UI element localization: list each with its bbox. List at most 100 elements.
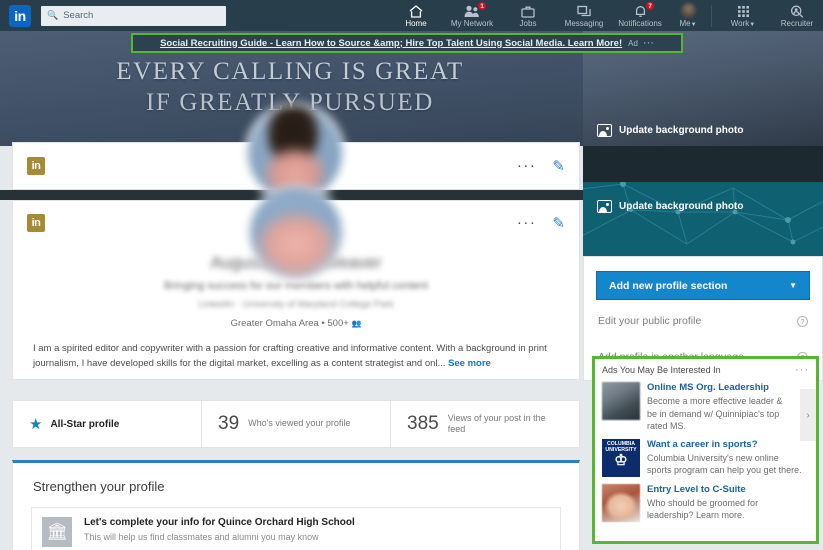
update-background-photo-button-1[interactable]: Update background photo	[597, 124, 743, 137]
nav-items-group: Home 1 My Network Jobs Messaging 7 Notif…	[388, 0, 823, 31]
home-icon	[409, 4, 423, 18]
see-more-link[interactable]: See more	[448, 358, 491, 369]
stat-post-views[interactable]: 385 Views of your post in the feed	[391, 401, 579, 447]
person-photo-thumb-icon	[602, 483, 640, 522]
nav-item-home[interactable]: Home	[388, 0, 444, 31]
nav-item-my-network-label: My Network	[450, 18, 494, 28]
ad-label: Ad	[628, 38, 638, 48]
recruiter-icon	[790, 4, 804, 18]
nav-item-work-label: Work▼	[730, 18, 756, 28]
image-icon	[597, 200, 612, 213]
avatar-lower[interactable]	[248, 185, 344, 281]
nav-item-home-label: Home	[405, 18, 427, 28]
ads-panel: Ads You May Be Interested In ··· Online …	[592, 356, 819, 544]
stat-profile-views-label: Who's viewed your profile	[248, 418, 351, 429]
ad-headline[interactable]: Want a career in sports?	[647, 439, 805, 450]
stat-all-star[interactable]: ★ All-Star profile	[13, 401, 202, 447]
top-ad-banner-text[interactable]: Social Recruiting Guide - Learn How to S…	[160, 38, 622, 49]
ads-more-options-button[interactable]: ···	[795, 364, 809, 375]
grid-icon	[737, 4, 750, 18]
school-icon: 🏛	[42, 517, 72, 547]
more-options-button[interactable]: ···	[517, 215, 537, 230]
ad-item[interactable]: COLUMBIA UNIVERSITY ♔ Want a career in s…	[602, 438, 809, 477]
nav-item-jobs-label: Jobs	[519, 18, 537, 28]
star-icon: ★	[29, 416, 43, 433]
profile-stats-card: ★ All-Star profile 39 Who's viewed your …	[12, 400, 580, 448]
profile-subline: LinkedIn · University of Maryland Colleg…	[198, 299, 394, 310]
edit-public-profile-link[interactable]: Edit your public profile ?	[584, 306, 822, 336]
nav-item-messaging-label: Messaging	[564, 18, 604, 28]
ad-item[interactable]: Online MS Org. Leadership Become a more …	[602, 382, 809, 432]
ad-headline[interactable]: Entry Level to C-Suite	[647, 484, 805, 495]
nav-item-my-network[interactable]: 1 My Network	[444, 0, 500, 31]
briefcase-icon	[521, 4, 535, 18]
edit-profile-button[interactable]: ✎	[552, 214, 565, 232]
nav-item-me-label: Me▼	[679, 18, 697, 28]
nav-divider	[711, 4, 712, 27]
top-navigation-bar: in 🔍 Search Home 1 My Network Jobs Messa…	[0, 0, 823, 31]
nav-item-notifications[interactable]: 7 Notifications	[612, 0, 668, 31]
search-icon: 🔍	[47, 10, 59, 20]
notifications-badge: 7	[645, 1, 655, 11]
message-icon	[577, 4, 591, 18]
profile-about-text: I am a spirited editor and copywriter wi…	[33, 342, 559, 371]
more-options-button-ghost[interactable]: ···	[517, 158, 537, 173]
ad-body-text: Become a more effective leader & be in d…	[647, 396, 783, 431]
add-new-profile-section-button[interactable]: Add new profile section ▼	[596, 271, 810, 300]
add-new-profile-section-label: Add new profile section	[609, 279, 728, 292]
stat-all-star-label: All-Star profile	[50, 418, 120, 430]
ads-panel-header: Ads You May Be Interested In ···	[602, 364, 809, 375]
columbia-university-logo-icon: COLUMBIA UNIVERSITY ♔	[602, 438, 640, 477]
image-icon	[597, 124, 612, 137]
connections-icon: 👥	[351, 319, 362, 328]
nav-item-recruiter[interactable]: Recruiter	[771, 0, 823, 31]
profile-connections[interactable]: 500+	[327, 318, 348, 329]
help-icon[interactable]: ?	[797, 315, 808, 327]
linkedin-square-icon: in	[27, 157, 45, 175]
ad-body-text: Who should be groomed for leadership? Le…	[647, 498, 759, 521]
linkedin-square-icon: in	[27, 214, 45, 232]
rail-teal-cover: Update background photo	[583, 182, 823, 256]
group-photo-thumb-icon	[602, 382, 640, 420]
strengthen-profile-title: Strengthen your profile	[33, 479, 165, 494]
nav-item-work[interactable]: Work▼	[715, 0, 771, 31]
nav-item-jobs[interactable]: Jobs	[500, 0, 556, 31]
nav-item-notifications-label: Notifications	[618, 18, 662, 28]
page-root: EVERY CALLING IS GREAT IF GREATLY PURSUE…	[0, 0, 823, 550]
rail-dark-gap	[583, 146, 823, 182]
my-network-badge: 1	[477, 1, 487, 11]
strengthen-item-subtitle: This will help us find classmates and al…	[84, 532, 319, 542]
update-background-photo-label-2: Update background photo	[619, 201, 744, 212]
ads-next-button[interactable]: ›	[800, 389, 816, 441]
stat-post-views-number: 385	[407, 413, 439, 434]
profile-location-row: Greater Omaha Area • 500+ 👥	[13, 318, 579, 329]
crown-icon: ♔	[614, 451, 628, 469]
profile-location: Greater Omaha Area	[230, 318, 319, 329]
edit-profile-button-ghost[interactable]: ✎	[552, 157, 565, 175]
strengthen-profile-item[interactable]: 🏛 Let's complete your info for Quince Or…	[31, 507, 561, 550]
stat-post-views-label: Views of your post in the feed	[447, 412, 546, 434]
stat-profile-views-number: 39	[218, 413, 240, 434]
chevron-down-icon: ▼	[690, 21, 697, 28]
linkedin-logo-icon[interactable]: in	[9, 4, 31, 27]
stat-profile-views[interactable]: 39 Who's viewed your profile	[202, 401, 391, 447]
ad-body-text: Columbia University's new online sports …	[647, 453, 802, 476]
cover-quote-line-1: EVERY CALLING IS GREAT	[116, 58, 464, 85]
nav-item-me[interactable]: Me▼	[668, 0, 708, 31]
update-background-photo-button-2[interactable]: Update background photo	[597, 200, 743, 213]
update-background-photo-label-1: Update background photo	[619, 125, 744, 136]
ad-item[interactable]: Entry Level to C-Suite Who should be gro…	[602, 483, 809, 522]
strengthen-item-title: Let's complete your info for Quince Orch…	[84, 517, 355, 528]
network-pattern-icon	[583, 182, 823, 245]
strengthen-profile-card: Strengthen your profile 🏛 Let's complete…	[12, 460, 580, 550]
top-ad-banner[interactable]: Social Recruiting Guide - Learn How to S…	[131, 33, 683, 53]
ad-more-options-button[interactable]: ···	[643, 38, 654, 49]
nav-item-messaging[interactable]: Messaging	[556, 0, 612, 31]
search-input[interactable]: 🔍 Search	[41, 5, 226, 26]
edit-public-profile-label: Edit your public profile	[598, 315, 702, 327]
ads-panel-title: Ads You May Be Interested In	[602, 365, 721, 375]
chevron-down-icon: ▼	[749, 21, 756, 28]
avatar	[680, 2, 696, 18]
ad-headline[interactable]: Online MS Org. Leadership	[647, 382, 785, 393]
nav-item-recruiter-label: Recruiter	[780, 18, 814, 28]
